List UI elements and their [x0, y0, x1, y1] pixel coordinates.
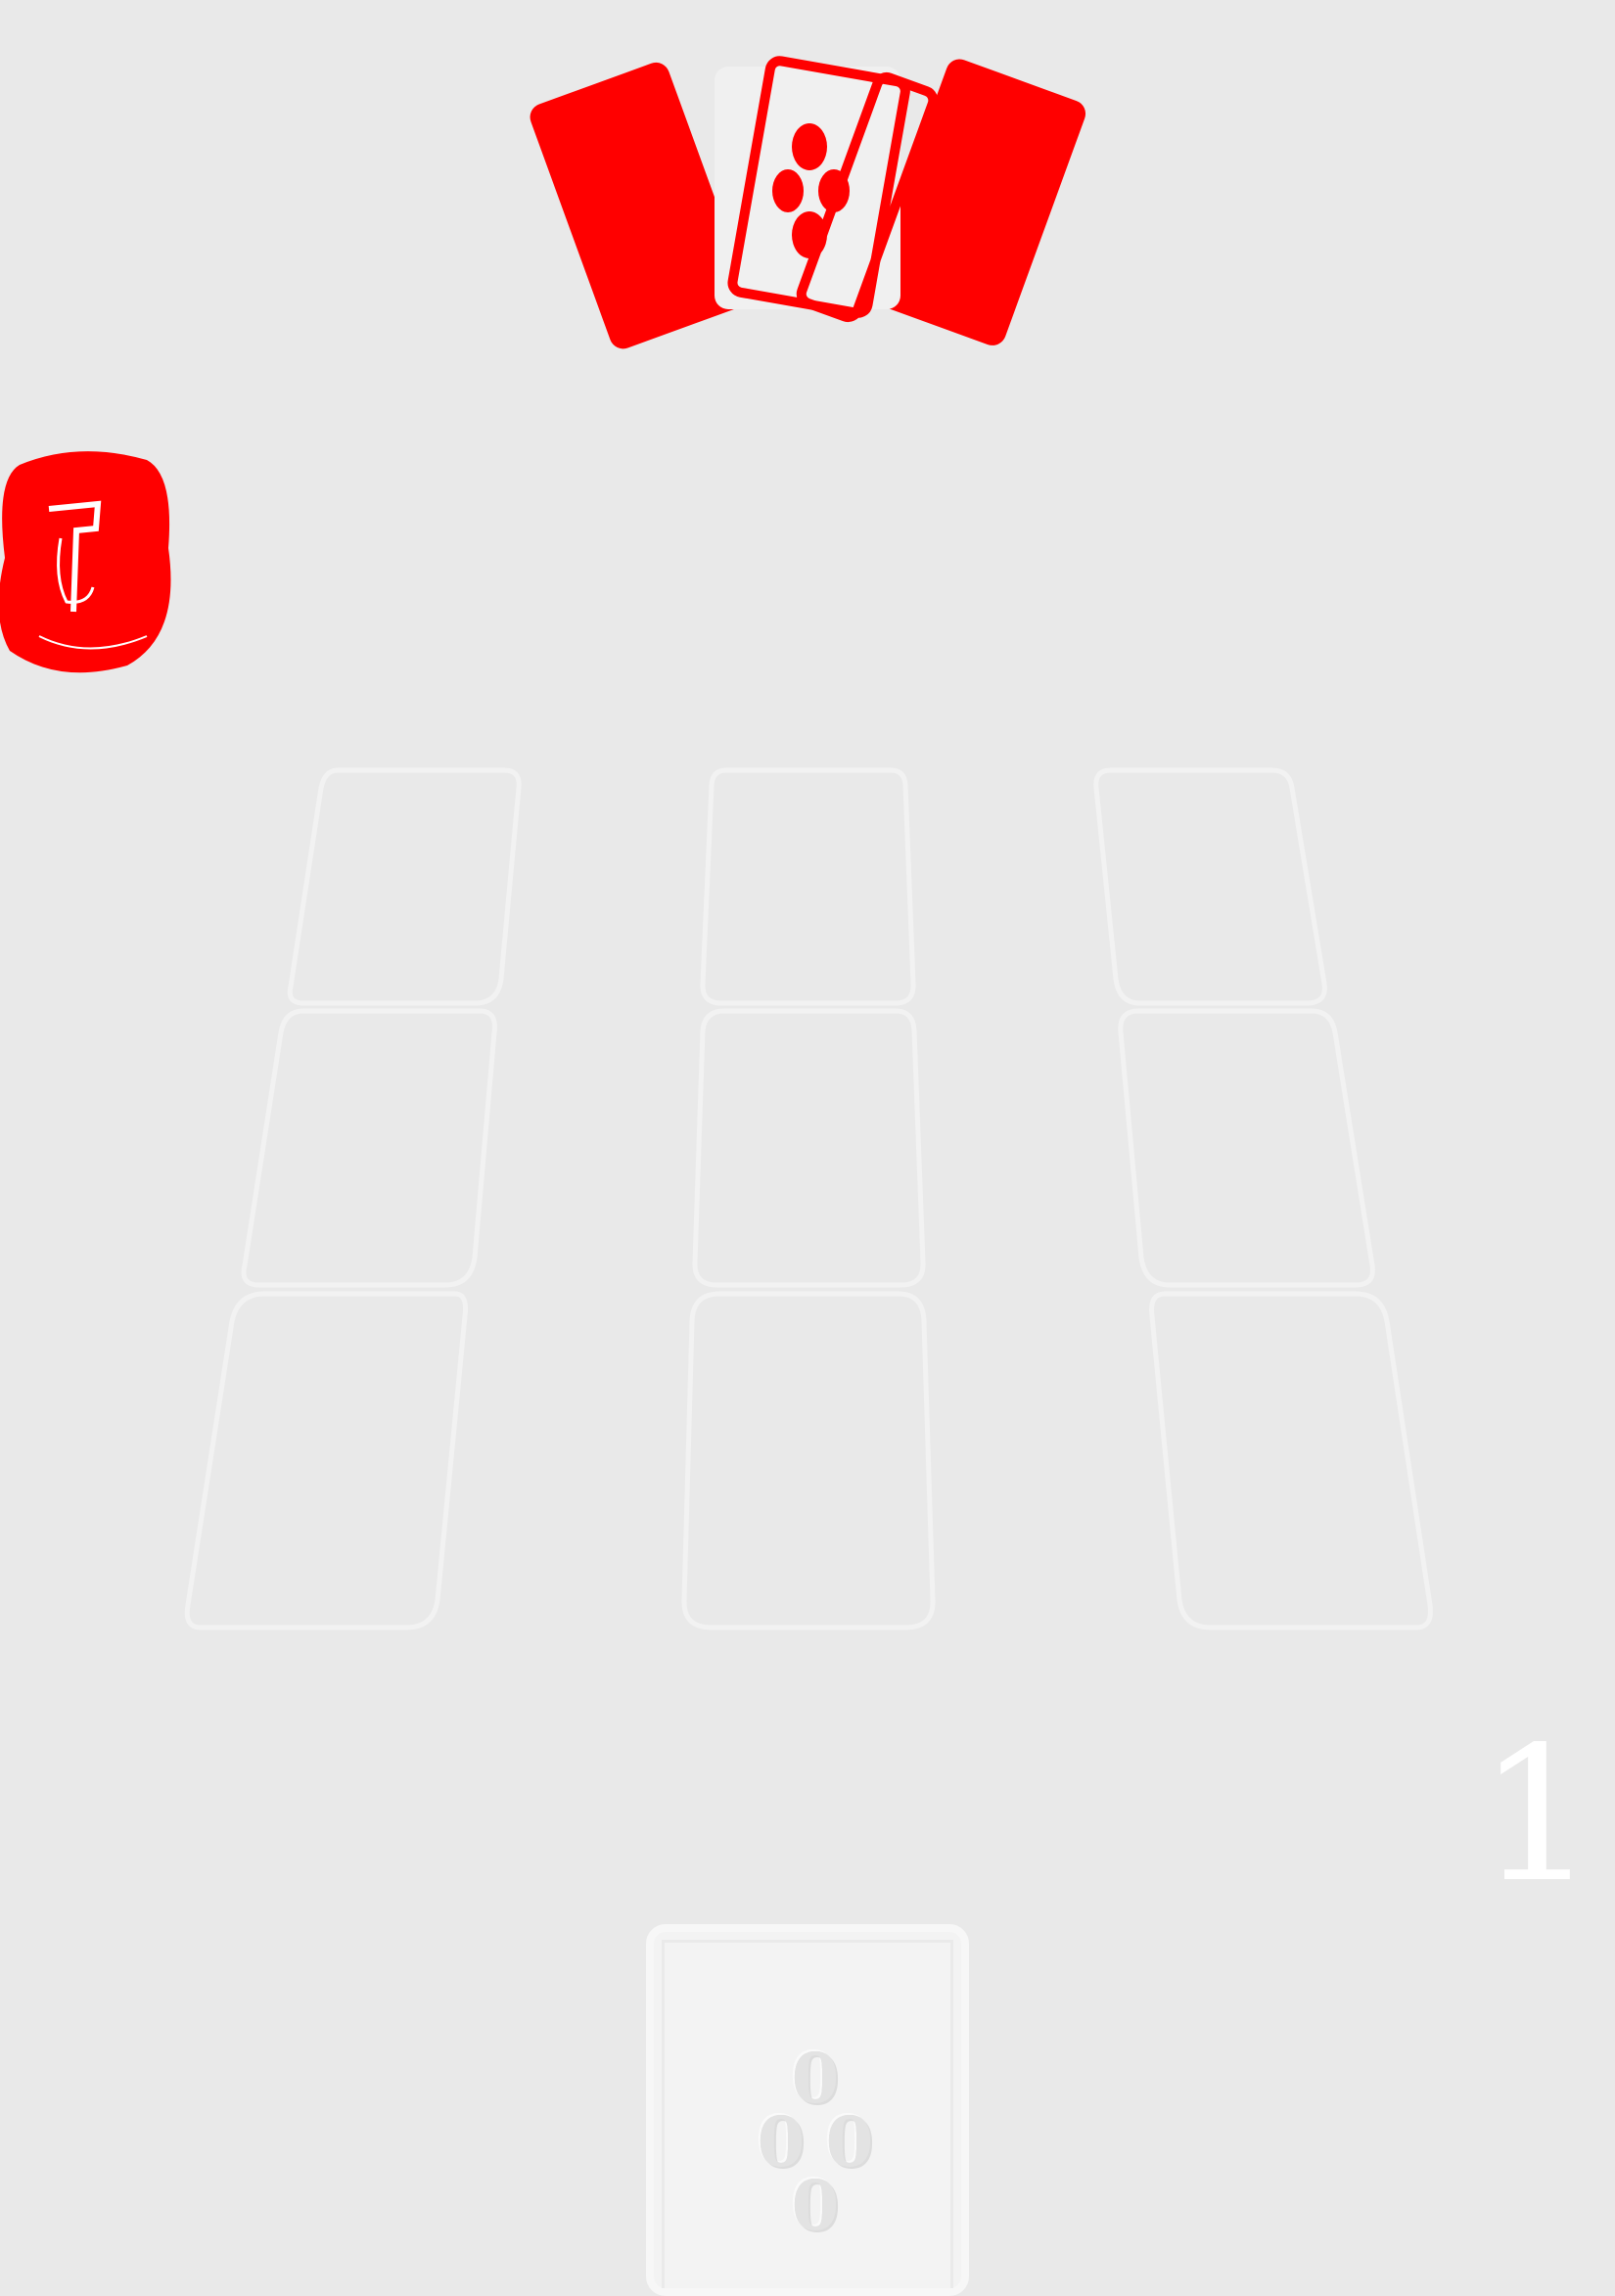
card-pip-bottom: 0 — [791, 2165, 840, 2246]
slot-r2-c3[interactable] — [1118, 1008, 1375, 1288]
board-slots — [184, 767, 1433, 1630]
slot-r1-c3[interactable] — [1093, 767, 1327, 1006]
player-card[interactable]: 0 0 0 0 — [646, 1924, 969, 2296]
slot-r2-c1[interactable] — [241, 1008, 497, 1288]
slot-r2-c2[interactable] — [692, 1008, 926, 1288]
opponent-badge — [0, 440, 176, 675]
opponent-token-icon — [0, 451, 171, 673]
slot-r1-c2[interactable] — [700, 767, 916, 1006]
slot-r3-c1[interactable] — [184, 1291, 468, 1630]
slot-r1-c1[interactable] — [287, 767, 522, 1006]
player-score: 1 — [1478, 1707, 1596, 1923]
slot-r3-c2[interactable] — [681, 1291, 936, 1630]
slot-r3-c3[interactable] — [1149, 1291, 1433, 1630]
opponent-hand-icon — [530, 56, 1086, 349]
